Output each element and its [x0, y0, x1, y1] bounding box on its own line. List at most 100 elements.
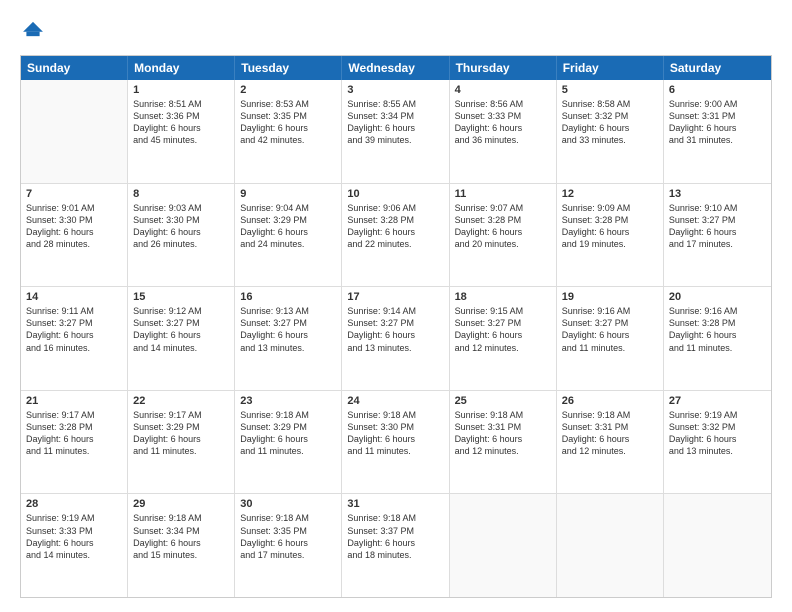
cell-info: Sunrise: 9:18 AM Sunset: 3:34 PM Dayligh… — [133, 512, 229, 561]
day-header-sunday: Sunday — [21, 56, 128, 80]
day-number: 14 — [26, 291, 122, 303]
cell-info: Sunrise: 9:16 AM Sunset: 3:28 PM Dayligh… — [669, 305, 766, 354]
cell-info: Sunrise: 9:18 AM Sunset: 3:30 PM Dayligh… — [347, 409, 443, 458]
day-number: 16 — [240, 291, 336, 303]
day-number: 20 — [669, 291, 766, 303]
day-header-thursday: Thursday — [450, 56, 557, 80]
cell-info: Sunrise: 8:53 AM Sunset: 3:35 PM Dayligh… — [240, 98, 336, 147]
day-number: 13 — [669, 188, 766, 200]
day-number: 5 — [562, 84, 658, 96]
cell-info: Sunrise: 9:12 AM Sunset: 3:27 PM Dayligh… — [133, 305, 229, 354]
day-number: 29 — [133, 498, 229, 510]
day-header-tuesday: Tuesday — [235, 56, 342, 80]
cell-info: Sunrise: 8:55 AM Sunset: 3:34 PM Dayligh… — [347, 98, 443, 147]
calendar-week-2: 14 Sunrise: 9:11 AM Sunset: 3:27 PM Dayli… — [21, 287, 771, 391]
calendar-cell: 14 Sunrise: 9:11 AM Sunset: 3:27 PM Dayli… — [21, 287, 128, 390]
logo-icon — [22, 18, 44, 40]
calendar-cell: 1 Sunrise: 8:51 AM Sunset: 3:36 PM Daylig… — [128, 80, 235, 183]
calendar-header: SundayMondayTuesdayWednesdayThursdayFrid… — [21, 56, 771, 80]
calendar-week-0: 1 Sunrise: 8:51 AM Sunset: 3:36 PM Daylig… — [21, 80, 771, 184]
day-number: 10 — [347, 188, 443, 200]
calendar-cell: 30 Sunrise: 9:18 AM Sunset: 3:35 PM Dayli… — [235, 494, 342, 597]
calendar-cell: 17 Sunrise: 9:14 AM Sunset: 3:27 PM Dayli… — [342, 287, 449, 390]
calendar-cell: 27 Sunrise: 9:19 AM Sunset: 3:32 PM Dayli… — [664, 391, 771, 494]
cell-info: Sunrise: 9:09 AM Sunset: 3:28 PM Dayligh… — [562, 202, 658, 251]
cell-info: Sunrise: 8:56 AM Sunset: 3:33 PM Dayligh… — [455, 98, 551, 147]
cell-info: Sunrise: 9:03 AM Sunset: 3:30 PM Dayligh… — [133, 202, 229, 251]
calendar-cell: 3 Sunrise: 8:55 AM Sunset: 3:34 PM Daylig… — [342, 80, 449, 183]
calendar-cell: 16 Sunrise: 9:13 AM Sunset: 3:27 PM Dayli… — [235, 287, 342, 390]
calendar-cell: 20 Sunrise: 9:16 AM Sunset: 3:28 PM Dayli… — [664, 287, 771, 390]
day-number: 31 — [347, 498, 443, 510]
day-number: 19 — [562, 291, 658, 303]
header — [20, 18, 772, 45]
day-number: 8 — [133, 188, 229, 200]
calendar-cell: 13 Sunrise: 9:10 AM Sunset: 3:27 PM Dayli… — [664, 184, 771, 287]
calendar-cell — [664, 494, 771, 597]
logo — [20, 18, 48, 45]
cell-info: Sunrise: 9:07 AM Sunset: 3:28 PM Dayligh… — [455, 202, 551, 251]
calendar-cell: 26 Sunrise: 9:18 AM Sunset: 3:31 PM Dayli… — [557, 391, 664, 494]
cell-info: Sunrise: 9:10 AM Sunset: 3:27 PM Dayligh… — [669, 202, 766, 251]
day-number: 30 — [240, 498, 336, 510]
day-number: 22 — [133, 395, 229, 407]
cell-info: Sunrise: 9:18 AM Sunset: 3:37 PM Dayligh… — [347, 512, 443, 561]
calendar-cell: 19 Sunrise: 9:16 AM Sunset: 3:27 PM Dayli… — [557, 287, 664, 390]
calendar-cell: 23Sunrise: 9:18 AM Sunset: 3:29 PM Dayli… — [235, 391, 342, 494]
cell-info: Sunrise: 8:51 AM Sunset: 3:36 PM Dayligh… — [133, 98, 229, 147]
day-header-friday: Friday — [557, 56, 664, 80]
day-number: 7 — [26, 188, 122, 200]
day-number: 28 — [26, 498, 122, 510]
cell-info: Sunrise: 9:11 AM Sunset: 3:27 PM Dayligh… — [26, 305, 122, 354]
day-number: 25 — [455, 395, 551, 407]
day-number: 6 — [669, 84, 766, 96]
calendar-cell: 5 Sunrise: 8:58 AM Sunset: 3:32 PM Daylig… — [557, 80, 664, 183]
cell-info: Sunrise: 9:19 AM Sunset: 3:33 PM Dayligh… — [26, 512, 122, 561]
calendar-cell: 11Sunrise: 9:07 AM Sunset: 3:28 PM Dayli… — [450, 184, 557, 287]
calendar-cell: 6Sunrise: 9:00 AM Sunset: 3:31 PM Daylig… — [664, 80, 771, 183]
calendar-cell: 24 Sunrise: 9:18 AM Sunset: 3:30 PM Dayli… — [342, 391, 449, 494]
day-number: 17 — [347, 291, 443, 303]
cell-info: Sunrise: 9:18 AM Sunset: 3:31 PM Dayligh… — [455, 409, 551, 458]
cell-info: Sunrise: 9:14 AM Sunset: 3:27 PM Dayligh… — [347, 305, 443, 354]
cell-info: Sunrise: 9:17 AM Sunset: 3:28 PM Dayligh… — [26, 409, 122, 458]
calendar-cell: 22Sunrise: 9:17 AM Sunset: 3:29 PM Dayli… — [128, 391, 235, 494]
day-number: 1 — [133, 84, 229, 96]
calendar-cell: 12 Sunrise: 9:09 AM Sunset: 3:28 PM Dayli… — [557, 184, 664, 287]
cell-info: Sunrise: 9:04 AM Sunset: 3:29 PM Dayligh… — [240, 202, 336, 251]
cell-info: Sunrise: 9:19 AM Sunset: 3:32 PM Dayligh… — [669, 409, 766, 458]
calendar-cell: 7Sunrise: 9:01 AM Sunset: 3:30 PM Daylig… — [21, 184, 128, 287]
calendar-week-3: 21Sunrise: 9:17 AM Sunset: 3:28 PM Dayli… — [21, 391, 771, 495]
day-number: 2 — [240, 84, 336, 96]
day-number: 9 — [240, 188, 336, 200]
calendar-cell: 8 Sunrise: 9:03 AM Sunset: 3:30 PM Daylig… — [128, 184, 235, 287]
day-number: 4 — [455, 84, 551, 96]
day-header-saturday: Saturday — [664, 56, 771, 80]
cell-info: Sunrise: 9:16 AM Sunset: 3:27 PM Dayligh… — [562, 305, 658, 354]
day-number: 3 — [347, 84, 443, 96]
day-number: 24 — [347, 395, 443, 407]
calendar-cell: 28 Sunrise: 9:19 AM Sunset: 3:33 PM Dayli… — [21, 494, 128, 597]
calendar-cell: 4 Sunrise: 8:56 AM Sunset: 3:33 PM Daylig… — [450, 80, 557, 183]
cell-info: Sunrise: 9:06 AM Sunset: 3:28 PM Dayligh… — [347, 202, 443, 251]
cell-info: Sunrise: 9:18 AM Sunset: 3:29 PM Dayligh… — [240, 409, 336, 458]
calendar-cell: 29 Sunrise: 9:18 AM Sunset: 3:34 PM Dayli… — [128, 494, 235, 597]
page: SundayMondayTuesdayWednesdayThursdayFrid… — [0, 0, 792, 612]
calendar-week-1: 7Sunrise: 9:01 AM Sunset: 3:30 PM Daylig… — [21, 184, 771, 288]
cell-info: Sunrise: 9:13 AM Sunset: 3:27 PM Dayligh… — [240, 305, 336, 354]
day-header-wednesday: Wednesday — [342, 56, 449, 80]
cell-info: Sunrise: 8:58 AM Sunset: 3:32 PM Dayligh… — [562, 98, 658, 147]
cell-info: Sunrise: 9:15 AM Sunset: 3:27 PM Dayligh… — [455, 305, 551, 354]
calendar-cell: 31 Sunrise: 9:18 AM Sunset: 3:37 PM Dayli… — [342, 494, 449, 597]
calendar-body: 1 Sunrise: 8:51 AM Sunset: 3:36 PM Daylig… — [21, 80, 771, 597]
day-number: 27 — [669, 395, 766, 407]
cell-info: Sunrise: 9:18 AM Sunset: 3:31 PM Dayligh… — [562, 409, 658, 458]
calendar-cell: 10 Sunrise: 9:06 AM Sunset: 3:28 PM Dayli… — [342, 184, 449, 287]
calendar-cell: 15 Sunrise: 9:12 AM Sunset: 3:27 PM Dayli… — [128, 287, 235, 390]
calendar-cell: 9 Sunrise: 9:04 AM Sunset: 3:29 PM Daylig… — [235, 184, 342, 287]
calendar: SundayMondayTuesdayWednesdayThursdayFrid… — [20, 55, 772, 598]
day-number: 12 — [562, 188, 658, 200]
day-number: 26 — [562, 395, 658, 407]
day-number: 15 — [133, 291, 229, 303]
cell-info: Sunrise: 9:18 AM Sunset: 3:35 PM Dayligh… — [240, 512, 336, 561]
